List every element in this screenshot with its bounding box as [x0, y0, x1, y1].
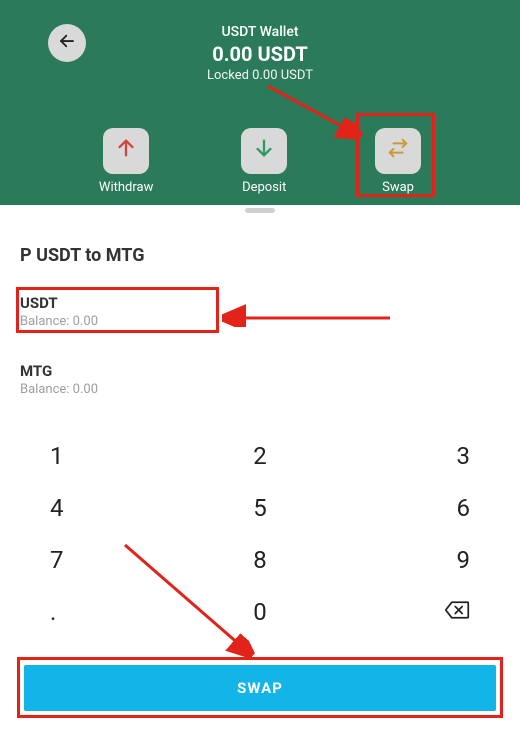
wallet-actions: Withdraw Deposit Swap — [0, 128, 520, 195]
keypad-9[interactable]: 9 — [340, 534, 500, 586]
to-currency-symbol: MTG — [20, 362, 98, 380]
swap-button-label: SWAP — [237, 679, 283, 697]
keypad-5[interactable]: 5 — [180, 482, 340, 534]
from-currency-balance: Balance: 0.00 — [20, 314, 98, 329]
swap-icon — [387, 137, 409, 165]
swap-label: Swap — [382, 180, 414, 195]
keypad-dot[interactable]: . — [20, 586, 180, 638]
wallet-locked: Locked 0.00 USDT — [0, 68, 520, 83]
withdraw-label: Withdraw — [99, 180, 153, 195]
swap-action[interactable]: Swap — [375, 128, 421, 195]
keypad-1[interactable]: 1 — [20, 430, 180, 482]
keypad-3[interactable]: 3 — [340, 430, 500, 482]
from-currency-symbol: USDT — [20, 294, 98, 312]
arrow-up-icon — [115, 137, 137, 165]
keypad-backspace[interactable] — [340, 586, 500, 638]
drag-handle-icon[interactable] — [245, 208, 275, 213]
back-button[interactable] — [48, 24, 86, 62]
arrow-down-icon — [253, 137, 275, 165]
wallet-header: USDT Wallet 0.00 USDT Locked 0.00 USDT W… — [0, 0, 520, 205]
keypad-6[interactable]: 6 — [340, 482, 500, 534]
numeric-keypad: 1 2 3 4 5 6 7 8 9 . 0 — [20, 430, 500, 638]
swap-section-title: P USDT to MTG — [20, 245, 144, 266]
deposit-action[interactable]: Deposit — [241, 128, 287, 195]
to-currency-balance: Balance: 0.00 — [20, 382, 98, 397]
swap-button[interactable]: SWAP — [24, 665, 496, 711]
keypad-2[interactable]: 2 — [180, 430, 340, 482]
to-currency-field[interactable]: MTG Balance: 0.00 — [20, 362, 98, 397]
keypad-7[interactable]: 7 — [20, 534, 180, 586]
keypad-4[interactable]: 4 — [20, 482, 180, 534]
keypad-8[interactable]: 8 — [180, 534, 340, 586]
deposit-label: Deposit — [242, 180, 286, 195]
backspace-icon — [444, 598, 470, 626]
from-currency-field[interactable]: USDT Balance: 0.00 — [20, 294, 98, 329]
withdraw-action[interactable]: Withdraw — [99, 128, 153, 195]
arrow-left-icon — [58, 31, 76, 55]
keypad-0[interactable]: 0 — [180, 586, 340, 638]
